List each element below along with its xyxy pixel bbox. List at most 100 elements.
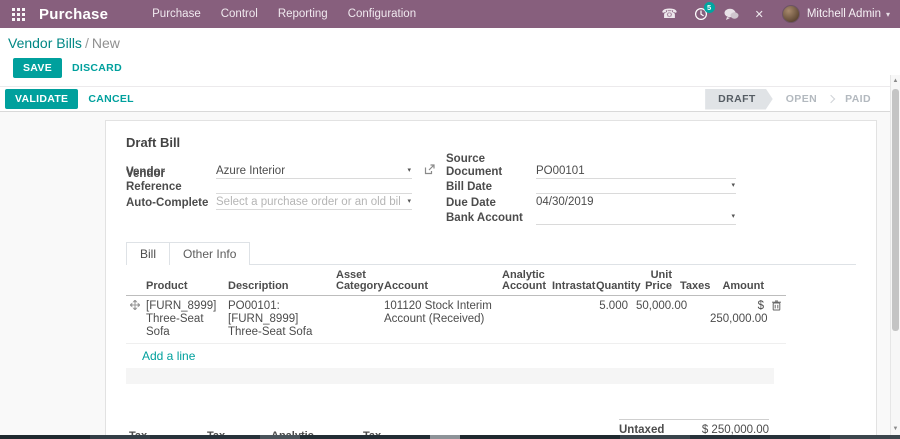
vendor-reference-field[interactable]	[216, 180, 412, 194]
bank-account-row: Bank Account ▾	[446, 210, 856, 225]
add-line-link[interactable]: Add a line	[126, 344, 774, 368]
bill-date-field[interactable]: ▾	[536, 180, 736, 194]
form-sheet: Draft Bill Vendor Azure Interior ▾ Vendo…	[105, 120, 877, 439]
field-column-left: Vendor Azure Interior ▾ Vendor Reference	[126, 163, 446, 225]
bank-account-input[interactable]	[536, 211, 724, 224]
due-date-label: Due Date	[446, 196, 496, 209]
menu-reporting[interactable]: Reporting	[268, 8, 338, 20]
stage-draft[interactable]: DRAFT	[705, 89, 773, 110]
validate-button[interactable]: VALIDATE	[5, 89, 79, 109]
col-description: Description	[224, 267, 332, 296]
col-quantity: Quantity	[592, 267, 641, 296]
stage-paid[interactable]: PAID	[832, 89, 884, 110]
vendor-external-link-icon[interactable]	[424, 163, 435, 178]
cell-quantity[interactable]: 5.000	[592, 295, 632, 344]
vendor-reference-label: Vendor Reference	[126, 168, 182, 193]
col-taxes: Taxes	[676, 267, 710, 296]
breadcrumb-current: New	[91, 35, 120, 51]
breadcrumb-separator: /	[84, 35, 89, 51]
close-icon[interactable]: ✕	[755, 8, 764, 21]
vertical-scrollbar[interactable]: ▲ ▼	[890, 75, 900, 435]
invoice-lines-table: Product Description Asset Category Accou…	[126, 267, 786, 344]
vendor-caret-icon[interactable]: ▾	[407, 164, 411, 177]
top-navbar: Purchase Purchase Control Reporting Conf…	[0, 0, 900, 28]
discard-button[interactable]: DISCARD	[62, 58, 132, 78]
tab-bill[interactable]: Bill	[126, 242, 171, 265]
bill-date-row: Bill Date ▾	[446, 179, 856, 194]
col-intrastat: Intrastat	[548, 267, 595, 296]
activity-count-badge: 5	[703, 2, 715, 13]
cancel-button[interactable]: CANCEL	[78, 89, 144, 109]
auto-complete-caret-icon[interactable]: ▾	[407, 195, 411, 208]
lines-header-row: Product Description Asset Category Accou…	[126, 267, 786, 296]
stage-open[interactable]: OPEN	[773, 89, 830, 110]
bank-account-label: Bank Account	[446, 212, 523, 224]
status-pipeline: DRAFT OPEN PAID	[705, 89, 884, 110]
apps-grid-icon[interactable]	[12, 7, 25, 21]
scroll-up-arrow[interactable]: ▲	[891, 75, 900, 87]
bank-account-caret-icon[interactable]: ▾	[731, 210, 735, 223]
page-title: Draft Bill	[126, 135, 181, 150]
bottom-taskbar-edge	[0, 435, 900, 439]
user-caret-icon: ▾	[885, 9, 890, 19]
systray: ☎ 5 ✕ Mitchell Admin ▾	[645, 2, 890, 23]
breadcrumb: Vendor Bills / New	[8, 35, 892, 51]
col-analytic-account: Analytic Account	[498, 267, 548, 296]
cell-description[interactable]: PO00101: [FURN_8999] Three-Seat Sofa	[224, 295, 332, 344]
col-product: Product	[142, 267, 224, 296]
tab-other-info[interactable]: Other Info	[170, 242, 251, 265]
bill-date-input[interactable]	[536, 180, 724, 193]
breadcrumb-vendor-bills[interactable]: Vendor Bills	[8, 35, 82, 51]
control-panel: Vendor Bills / New SAVE DISCARD	[0, 28, 900, 86]
edit-actions: SAVE DISCARD	[8, 51, 892, 86]
col-account: Account	[380, 267, 498, 296]
col-asset-category: Asset Category	[332, 267, 384, 296]
user-avatar[interactable]	[781, 5, 800, 23]
menu-configuration[interactable]: Configuration	[338, 8, 426, 20]
drag-handle-icon[interactable]	[126, 295, 142, 344]
source-document-label: Source Document	[446, 152, 503, 178]
cell-account[interactable]: 101120 Stock Interim Account (Received)	[380, 295, 498, 344]
auto-complete-input[interactable]	[216, 195, 400, 209]
col-amount: Amount	[706, 267, 768, 296]
save-button[interactable]: SAVE	[13, 58, 63, 78]
due-date-field[interactable]: 04/30/2019	[536, 196, 736, 210]
activities-clock-icon[interactable]: 5	[694, 2, 715, 21]
cell-intrastat[interactable]	[548, 295, 592, 344]
field-column-right: Source Document PO00101 Bill Date ▾ Due …	[446, 153, 856, 225]
app-brand[interactable]: Purchase	[39, 6, 108, 23]
scroll-down-arrow[interactable]: ▼	[891, 423, 900, 435]
col-delete	[768, 267, 786, 296]
content-area: Draft Bill Vendor Azure Interior ▾ Vendo…	[0, 112, 900, 439]
vendor-reference-input[interactable]	[216, 180, 400, 193]
bill-date-label: Bill Date	[446, 181, 493, 193]
vendor-reference-row: Vendor Reference	[126, 168, 446, 194]
scrollbar-thumb[interactable]	[892, 89, 899, 331]
delete-line-trash-icon[interactable]	[768, 295, 786, 344]
due-date-row: Due Date 04/30/2019	[446, 194, 856, 210]
col-handle	[126, 267, 142, 296]
auto-complete-field[interactable]: ▾	[216, 195, 412, 210]
cell-analytic-account[interactable]	[498, 295, 548, 344]
phone-icon[interactable]: ☎	[661, 6, 677, 22]
empty-line-row[interactable]	[126, 368, 774, 384]
field-group: Vendor Azure Interior ▾ Vendor Reference	[126, 153, 856, 225]
vendor-field[interactable]: Azure Interior ▾	[216, 165, 412, 179]
main-menu: Purchase Control Reporting Configuration	[142, 8, 426, 20]
source-document-field[interactable]: PO00101	[536, 165, 736, 179]
bank-account-field[interactable]: ▾	[536, 211, 736, 225]
notebook-tabs: Bill Other Info	[126, 242, 856, 265]
cell-unit-price[interactable]: 50,000.00	[632, 295, 687, 344]
source-document-row: Source Document PO00101	[446, 153, 856, 179]
user-menu[interactable]: Mitchell Admin	[807, 8, 881, 20]
statusbar-panel: VALIDATE CANCEL DRAFT OPEN PAID	[0, 87, 900, 112]
cell-product[interactable]: [FURN_8999] Three-Seat Sofa	[142, 295, 224, 344]
cell-asset-category[interactable]	[332, 295, 380, 344]
menu-control[interactable]: Control	[211, 8, 268, 20]
cell-amount[interactable]: $ 250,000.00	[706, 295, 768, 344]
messages-icon[interactable]	[724, 8, 739, 21]
auto-complete-row: Auto-Complete ▾	[126, 194, 446, 210]
bill-date-caret-icon[interactable]: ▾	[731, 179, 735, 192]
menu-purchase[interactable]: Purchase	[142, 8, 211, 20]
auto-complete-label: Auto-Complete	[126, 196, 209, 209]
